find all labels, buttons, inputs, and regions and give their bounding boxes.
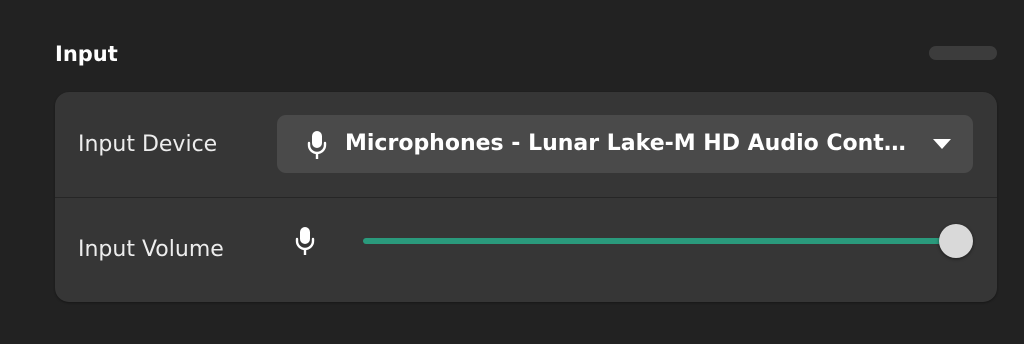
slider-fill bbox=[363, 238, 956, 244]
input-device-row: Input Device Microphones - Lunar Lake-M … bbox=[55, 92, 997, 197]
chevron-down-icon bbox=[933, 139, 951, 149]
input-volume-label: Input Volume bbox=[78, 237, 224, 262]
microphone-icon bbox=[295, 227, 315, 255]
input-settings-card: Input Device Microphones - Lunar Lake-M … bbox=[55, 92, 997, 302]
input-volume-row: Input Volume bbox=[55, 198, 997, 302]
section-header-control[interactable] bbox=[929, 46, 997, 60]
input-device-label: Input Device bbox=[78, 132, 218, 157]
input-device-selected-value: Microphones - Lunar Lake-M HD Audio Cont… bbox=[345, 131, 915, 156]
input-device-dropdown[interactable]: Microphones - Lunar Lake-M HD Audio Cont… bbox=[277, 115, 973, 173]
section-title: Input bbox=[55, 42, 118, 66]
input-volume-slider[interactable] bbox=[363, 218, 973, 264]
section-header: Input bbox=[55, 38, 997, 70]
microphone-icon bbox=[307, 131, 327, 159]
slider-thumb[interactable] bbox=[939, 224, 973, 258]
